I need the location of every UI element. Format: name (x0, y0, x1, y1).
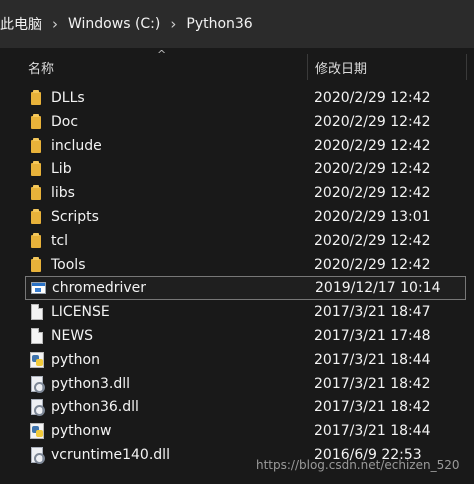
file-row[interactable]: DLLs 2020/2/29 12:42 (25, 86, 466, 110)
folder-icon (28, 184, 46, 202)
folder-icon (28, 89, 46, 107)
file-modified-date: 2017/3/21 18:44 (314, 423, 431, 440)
folder-icon (28, 137, 46, 155)
file-row[interactable]: include 2020/2/29 12:42 (25, 134, 466, 158)
file-name: chromedriver (52, 280, 147, 297)
dll-icon (28, 375, 46, 393)
column-header: ^ 名称 修改日期 (0, 48, 474, 84)
dll-icon (28, 398, 46, 417)
file-name: include (51, 137, 102, 154)
file-modified-date: 2017/3/21 17:48 (314, 328, 431, 344)
file-row[interactable]: python3.dll 2017/3/21 18:42 (25, 372, 466, 396)
folder-icon (28, 208, 46, 226)
python-icon (28, 351, 46, 369)
file-modified-date: 2020/2/29 12:42 (314, 161, 431, 178)
breadcrumb-drive-c[interactable]: Windows (C:) (64, 16, 164, 32)
folder-icon (28, 232, 46, 250)
file-row[interactable]: pythonw 2017/3/21 18:44 (25, 419, 466, 443)
file-modified-date: 2020/2/29 12:42 (314, 90, 431, 106)
file-modified-date: 2020/2/29 12:42 (314, 113, 431, 130)
file-modified-date: 2020/2/29 12:42 (314, 185, 431, 202)
file-modified-date: 2020/2/29 12:42 (314, 137, 431, 154)
file-row[interactable]: python36.dll 2017/3/21 18:42 (25, 395, 466, 419)
file-name: DLLs (51, 90, 85, 106)
file-name: python3.dll (51, 375, 130, 392)
file-row[interactable]: libs 2020/2/29 12:42 (25, 181, 466, 205)
file-name: Doc (51, 113, 79, 130)
folder-icon (28, 113, 46, 131)
file-row[interactable]: Lib 2020/2/29 12:42 (25, 157, 466, 181)
file-row[interactable]: Scripts 2020/2/29 13:01 (25, 205, 466, 229)
dll-icon (28, 446, 46, 464)
file-modified-date: 2017/3/21 18:42 (314, 399, 431, 416)
file-row[interactable]: NEWS 2017/3/21 17:48 (25, 324, 466, 348)
file-name: Scripts (51, 209, 99, 225)
breadcrumb-this-pc[interactable]: 此电脑 (0, 14, 46, 34)
file-name: Tools (51, 256, 86, 273)
file-row[interactable]: tcl 2020/2/29 12:42 (25, 229, 466, 253)
executable-icon (29, 279, 47, 297)
file-name: NEWS (51, 328, 94, 344)
file-name: Lib (51, 161, 72, 178)
file-row[interactable]: python 2017/3/21 18:44 (25, 348, 466, 372)
sort-ascending-icon: ^ (157, 48, 167, 61)
column-name-header[interactable]: 名称 (28, 58, 54, 77)
file-name: python36.dll (51, 399, 139, 416)
file-row[interactable]: Tools 2020/2/29 12:42 (25, 253, 466, 277)
file-name: LICENSE (51, 304, 110, 321)
file-row[interactable]: LICENSE 2017/3/21 18:47 (25, 300, 466, 324)
breadcrumb-python36[interactable]: Python36 (182, 16, 256, 32)
breadcrumb: 此电脑 › Windows (C:) › Python36 (0, 0, 474, 48)
chevron-right-icon: › (170, 15, 177, 33)
file-modified-date: 2020/2/29 12:42 (314, 232, 431, 249)
file-name: python (51, 351, 100, 368)
chevron-right-icon: › (52, 15, 58, 33)
file-modified-date: 2017/3/21 18:42 (314, 375, 431, 392)
file-name: pythonw (51, 423, 112, 440)
column-resize-handle[interactable] (466, 54, 467, 80)
file-modified-date: 2017/3/21 18:47 (314, 304, 431, 321)
file-modified-date: 2017/3/21 18:44 (314, 351, 431, 368)
file-name: tcl (51, 232, 69, 249)
file-modified-date: 2020/2/29 12:42 (314, 256, 431, 273)
folder-icon (28, 160, 46, 178)
file-row[interactable]: Doc 2020/2/29 12:42 (25, 110, 466, 134)
file-name: vcruntime140.dll (51, 447, 170, 463)
column-date-header[interactable]: 修改日期 (315, 58, 367, 77)
folder-icon (28, 256, 46, 274)
file-modified-date: 2019/12/17 10:14 (315, 280, 441, 297)
file-name: libs (51, 185, 75, 202)
file-row[interactable]: chromedriver 2019/12/17 10:14 (25, 276, 466, 301)
column-resize-handle[interactable] (307, 54, 308, 80)
file-icon (28, 303, 46, 321)
python-icon (28, 422, 46, 440)
file-icon (28, 327, 46, 345)
watermark: https://blog.csdn.net/echizen_520 (256, 458, 460, 472)
file-modified-date: 2020/2/29 13:01 (314, 209, 431, 225)
